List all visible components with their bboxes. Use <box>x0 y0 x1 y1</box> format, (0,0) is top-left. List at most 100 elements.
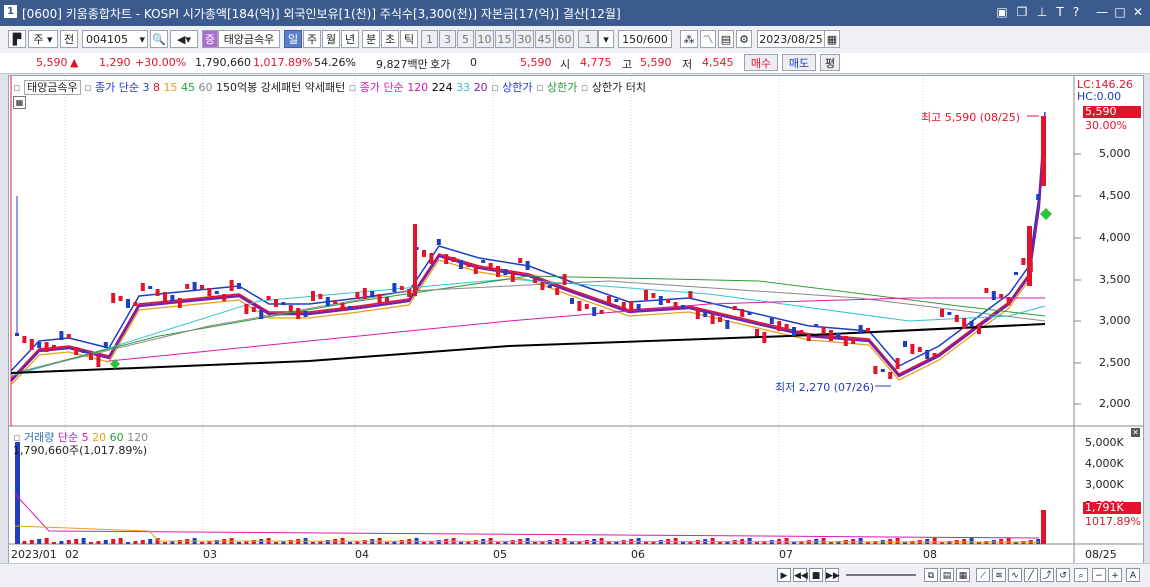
wave-tool-icon[interactable]: ∿ <box>1008 568 1022 582</box>
date-input[interactable]: 2023/08/25 <box>757 30 825 48</box>
volume-bar <box>251 540 256 544</box>
search-icon[interactable]: ⌕ <box>1074 568 1088 582</box>
price-candle <box>244 304 249 314</box>
layout-icon[interactable]: ▣ <box>994 4 1010 20</box>
legend-ma-period-15[interactable]: 15 <box>164 81 182 94</box>
interval-select[interactable]: 1 <box>578 30 598 48</box>
price-candle <box>932 353 937 357</box>
zoom-out-icon[interactable]: − <box>1092 568 1106 582</box>
trend-icon[interactable]: 〽 <box>700 30 716 48</box>
legend-marker-icon: ▫ <box>84 81 92 94</box>
price-legend: ▫ 태양금속우 ▫ 종가 단순 3 8 15 45 60 150억봉 강세패턴 … <box>13 79 646 95</box>
tab-second[interactable]: 초 <box>381 30 399 48</box>
interval-dropdown[interactable]: ▾ <box>598 30 614 48</box>
legend-ma2-label[interactable]: 종가 단순 <box>360 81 404 94</box>
price-candle <box>644 290 648 300</box>
price-candle <box>917 347 922 352</box>
eval-button[interactable]: 평 <box>820 54 840 71</box>
tab-tick[interactable]: 틱 <box>400 30 418 48</box>
legend-ma2-period-224[interactable]: 224 <box>432 81 457 94</box>
legend-ma-label[interactable]: 종가 단순 <box>95 81 139 94</box>
maximize-icon[interactable]: □ <box>1112 4 1128 20</box>
price-candle <box>392 283 397 292</box>
help-icon[interactable]: ? <box>1068 4 1084 20</box>
legend-ma-period-45[interactable]: 45 <box>181 81 199 94</box>
count-input[interactable]: 150/600 <box>618 30 672 48</box>
stock-name-field[interactable]: 태양금속우 <box>218 30 280 48</box>
trend-tool-icon[interactable]: ⤴ <box>1040 568 1054 582</box>
tab-week[interactable]: 주 <box>303 30 321 48</box>
interval-5-button[interactable]: 5 <box>457 30 474 48</box>
price-candle <box>947 312 952 315</box>
window-mode-icon[interactable]: ⧉ <box>924 568 938 582</box>
calendar-icon[interactable]: ▦ <box>824 30 840 48</box>
sell-button[interactable]: 매도 <box>782 54 816 71</box>
open-label: 시 <box>560 58 571 71</box>
tab-day[interactable]: 일 <box>284 30 302 48</box>
font-size-icon[interactable]: A <box>1126 568 1140 582</box>
dropdown-icon[interactable]: ▾ <box>139 31 145 47</box>
price-candle <box>769 318 774 324</box>
pin-icon[interactable]: ⊥ <box>1034 4 1050 20</box>
legend-ma-period-3[interactable]: 3 <box>143 81 154 94</box>
indicator-icon[interactable]: ⁂ <box>680 30 698 48</box>
legend-ma-period-8[interactable]: 8 <box>153 81 164 94</box>
legend-pattern-weak[interactable]: 약세패턴 <box>305 81 345 94</box>
period-select[interactable]: 주 ▾ <box>28 30 58 48</box>
close-pane-icon[interactable]: ✕ <box>1131 428 1140 437</box>
interval-15-button[interactable]: 15 <box>495 30 514 48</box>
interval-45-button[interactable]: 45 <box>535 30 554 48</box>
legend-upper-limit[interactable]: 상한가 <box>502 81 532 94</box>
interval-60-button[interactable]: 60 <box>555 30 574 48</box>
interval-1-button[interactable]: 1 <box>421 30 438 48</box>
chart-area[interactable]: ▫ 태양금속우 ▫ 종가 단순 3 8 15 45 60 150억봉 강세패턴 … <box>8 75 1144 565</box>
close-icon[interactable]: ✕ <box>1130 4 1146 20</box>
copy-window-icon[interactable]: ❐ <box>1014 4 1030 20</box>
interval-30-button[interactable]: 30 <box>515 30 534 48</box>
font-icon[interactable]: T <box>1052 4 1068 20</box>
grid-view-icon[interactable]: ▦ <box>956 568 970 582</box>
tab-month[interactable]: 월 <box>322 30 340 48</box>
price-candle <box>66 334 71 338</box>
zoom-in-icon[interactable]: + <box>1108 568 1122 582</box>
minimize-icon[interactable]: — <box>1094 4 1110 20</box>
scroll-right-icon[interactable]: ▶ <box>777 568 791 582</box>
stop-icon[interactable]: ■ <box>809 568 823 582</box>
fib-tool-icon[interactable]: ≋ <box>992 568 1006 582</box>
split-view-icon[interactable]: ▤ <box>940 568 954 582</box>
legend-ma2-period-120[interactable]: 120 <box>407 81 432 94</box>
legend-upper-limit-2[interactable]: 상한가 <box>547 81 577 94</box>
stock-code-input[interactable]: 004105 ▾ <box>82 30 148 48</box>
volume-bar <box>140 540 145 544</box>
legend-upper-touch[interactable]: 상한가 터치 <box>592 81 646 94</box>
zoom-slider[interactable] <box>846 574 916 576</box>
draw-tool-icon[interactable]: ⟋ <box>976 568 990 582</box>
table-icon[interactable]: ▦ <box>13 96 26 109</box>
interval-3-button[interactable]: 3 <box>439 30 456 48</box>
window-icon[interactable]: 1 <box>4 5 17 18</box>
chart-canvas[interactable] <box>9 76 1143 564</box>
chart-tool-icon[interactable]: ╱ <box>1024 568 1038 582</box>
legend-pattern-strong[interactable]: 150억봉 강세패턴 <box>216 81 301 94</box>
price-candle <box>318 294 323 299</box>
save-icon[interactable]: ▤ <box>718 30 734 48</box>
chart-type-icon[interactable]: ▛ <box>8 30 26 48</box>
price-candle <box>207 288 212 296</box>
legend-ma2-period-20[interactable]: 20 <box>474 81 492 94</box>
legend-ma-period-60[interactable]: 60 <box>199 81 217 94</box>
volume-bar <box>362 540 367 544</box>
reset-icon[interactable]: ↺ <box>1056 568 1070 582</box>
search-icon[interactable]: 🔍 <box>150 30 168 48</box>
full-button[interactable]: 전 <box>60 30 78 48</box>
gear-icon[interactable]: ⚙ <box>736 30 752 48</box>
interval-10-button[interactable]: 10 <box>475 30 494 48</box>
sound-icon[interactable]: ◀▾ <box>170 30 198 48</box>
legend-ma2-period-33[interactable]: 33 <box>456 81 474 94</box>
scroll-end-icon[interactable]: ▶▶ <box>825 568 840 582</box>
scroll-start-icon[interactable]: ◀◀ <box>793 568 808 582</box>
tab-minute[interactable]: 분 <box>362 30 380 48</box>
ma45-line <box>10 275 1046 375</box>
tab-year[interactable]: 년 <box>341 30 359 48</box>
legend-stock-name[interactable]: 태양금속우 <box>23 80 81 95</box>
buy-button[interactable]: 매수 <box>744 54 778 71</box>
